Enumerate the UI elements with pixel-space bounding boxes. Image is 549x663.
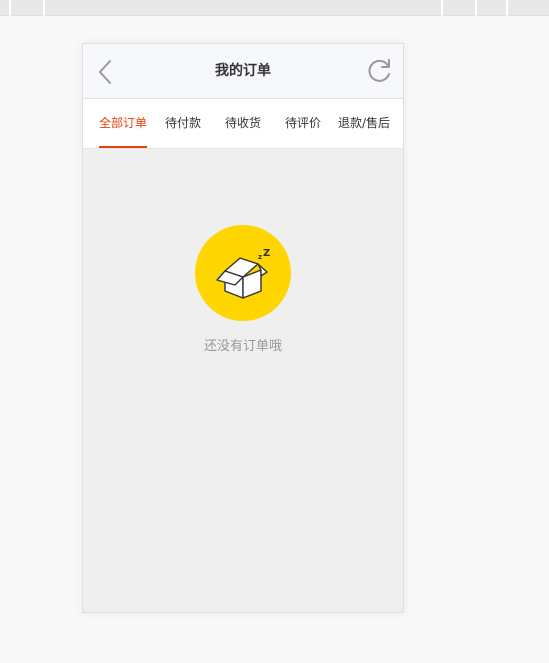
empty-state-message: 还没有订单哦	[203, 339, 282, 354]
strip-divider	[43, 0, 45, 16]
tab-refund-aftersale[interactable]: 退款/售后	[333, 99, 395, 148]
order-tabs: 全部订单 待付款 待收货 待评价 退款/售后	[83, 99, 403, 149]
tab-pending-payment[interactable]: 待付款	[153, 99, 213, 148]
sleeping-box-icon: z Z	[195, 225, 291, 321]
tab-all-orders[interactable]: 全部订单	[93, 99, 153, 148]
tab-pending-review[interactable]: 待评价	[273, 99, 333, 148]
svg-text:Z: Z	[263, 248, 270, 259]
refresh-button[interactable]	[366, 57, 394, 85]
active-tab-indicator	[99, 146, 147, 148]
back-button[interactable]	[93, 58, 119, 86]
chevron-left-icon	[99, 60, 111, 84]
tab-pending-receipt[interactable]: 待收货	[213, 99, 273, 148]
strip-divider	[9, 0, 11, 16]
page-title: 我的订单	[215, 63, 271, 79]
page-header: 我的订单	[83, 44, 403, 99]
strip-divider	[475, 0, 477, 16]
strip-divider	[441, 0, 443, 16]
svg-text:z: z	[258, 253, 262, 261]
refresh-icon	[368, 59, 390, 82]
browser-top-strip	[0, 0, 549, 16]
strip-divider	[506, 0, 508, 16]
phone-frame: 我的订单 全部订单 待付款 待收货 待评价 退款/售后 z Z 还没有订单哦	[82, 43, 404, 613]
